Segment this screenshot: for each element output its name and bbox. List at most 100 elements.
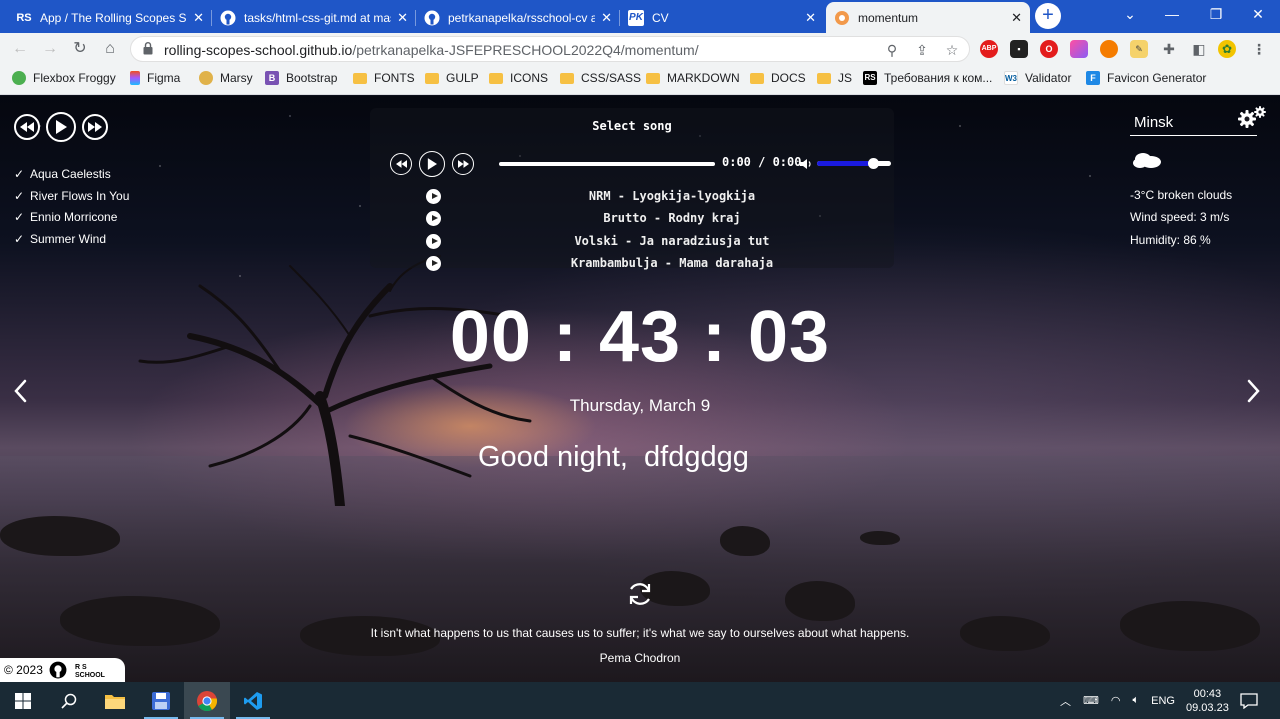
volume-slider[interactable] [817, 158, 891, 169]
firefox-icon[interactable] [1100, 40, 1118, 58]
address-bar[interactable]: rolling-scopes-school.github.io/petrkana… [130, 36, 970, 62]
refresh-quote-icon[interactable] [625, 579, 655, 609]
bookmark-folder-fonts[interactable]: FONTS [353, 71, 415, 85]
tab-momentum[interactable]: momentum ✕ [826, 2, 1030, 33]
play-song-button[interactable] [419, 151, 445, 177]
volume-icon[interactable] [799, 157, 813, 171]
extension-icon[interactable]: ▪ [1010, 40, 1028, 58]
notifications-button[interactable] [1240, 682, 1258, 719]
bookmark-favicon-generator[interactable]: F Favicon Generator [1086, 71, 1206, 85]
adblock-icon[interactable]: ABP [980, 40, 998, 58]
speaker-icon[interactable]: 🔈︎ [1133, 694, 1140, 707]
song-item[interactable]: Krambambulja - Mama darahaja [426, 255, 886, 273]
github-icon[interactable] [49, 661, 67, 679]
folder-icon [817, 72, 831, 84]
bookmark-folder-markdown[interactable]: MARKDOWN [646, 71, 740, 85]
check-icon: ✓ [14, 167, 25, 181]
close-tab-icon[interactable]: ✕ [805, 10, 816, 26]
play-song-icon[interactable] [426, 189, 441, 204]
play-song-icon[interactable] [426, 211, 441, 226]
song-item[interactable]: Volski - Ja naradziusja tut [426, 233, 886, 251]
chrome-menu-icon[interactable]: ⋮ [1250, 40, 1268, 58]
language-indicator[interactable]: ENG [1151, 695, 1175, 707]
playlist-item[interactable]: ✓ Summer Wind [14, 229, 129, 251]
bookmarks-bar: Flexbox Froggy Figma Marsy B Bootstrap FO… [0, 65, 1280, 95]
bookmark-folder-icons[interactable]: ICONS [489, 71, 548, 85]
tab-rsschool-cv[interactable]: petrkanapelka/rsschool-cv at ✕ [416, 2, 620, 33]
chrome-taskbar-button[interactable] [184, 682, 230, 719]
bookmark-folder-docs[interactable]: DOCS [750, 71, 806, 85]
rs-school-logo[interactable]: R S SCHOOL [73, 661, 113, 679]
reload-button[interactable]: ↻ [70, 39, 90, 59]
wifi-icon[interactable]: ◠ [1111, 694, 1121, 707]
favicon-generator-icon: F [1086, 71, 1100, 85]
playlist-item[interactable]: ✓ River Flows In You [14, 186, 129, 208]
bookmark-flexbox-froggy[interactable]: Flexbox Froggy [12, 71, 116, 85]
zoom-icon[interactable]: ⚲ [883, 41, 901, 59]
song-item[interactable]: Brutto - Rodny kraj [426, 210, 886, 228]
bookmark-folder-js[interactable]: JS [817, 71, 852, 85]
notes-extension-icon[interactable]: ✎ [1130, 40, 1148, 58]
bookmark-star-icon[interactable]: ☆ [943, 41, 961, 59]
svg-text:SCHOOL: SCHOOL [75, 672, 106, 679]
next-track-button[interactable] [82, 114, 108, 140]
input-method-icon[interactable]: ⌨ [1083, 694, 1099, 707]
back-button[interactable]: ← [10, 39, 30, 59]
play-song-icon[interactable] [426, 256, 441, 271]
prev-track-button[interactable] [14, 114, 40, 140]
bookmark-marsy[interactable]: Marsy [199, 71, 253, 85]
taskbar-date: 09.03.23 [1186, 701, 1229, 714]
start-button[interactable] [0, 682, 46, 719]
city-input[interactable]: Minsk [1130, 110, 1257, 136]
opera-icon[interactable]: O [1040, 40, 1058, 58]
slide-prev-button[interactable] [6, 376, 36, 406]
playlist-item[interactable]: ✓ Aqua Caelestis [14, 164, 129, 186]
home-button[interactable]: ⌂ [100, 39, 120, 59]
next-song-button[interactable] [452, 153, 474, 175]
bookmark-bootstrap[interactable]: B Bootstrap [265, 71, 337, 85]
slide-next-button[interactable] [1238, 376, 1268, 406]
close-tab-icon[interactable]: ✕ [193, 10, 204, 26]
tab-cv[interactable]: PK CV ✕ [620, 2, 824, 33]
save-app-button[interactable] [138, 682, 184, 719]
close-tab-icon[interactable]: ✕ [397, 10, 408, 26]
bookmark-label: Validator [1025, 71, 1072, 85]
bookmark-requirements[interactable]: RS Требования к ком... [863, 71, 992, 85]
play-song-icon[interactable] [426, 234, 441, 249]
tab-html-css-git[interactable]: tasks/html-css-git.md at mas ✕ [212, 2, 416, 33]
prev-song-button[interactable] [390, 153, 412, 175]
folder-icon [105, 694, 125, 709]
bookmark-label: Marsy [220, 71, 253, 85]
minimize-button[interactable]: — [1150, 0, 1194, 30]
bookmark-validator[interactable]: W3 Validator [1004, 71, 1071, 85]
profile-avatar[interactable]: ✿ [1218, 40, 1236, 58]
progress-bar[interactable] [499, 162, 715, 166]
greeting-input[interactable]: Good night, dfdgdgg [478, 441, 749, 474]
color-picker-icon[interactable] [1070, 40, 1088, 58]
bookmark-figma[interactable]: Figma [130, 71, 180, 85]
new-tab-button[interactable]: + [1035, 3, 1061, 29]
share-icon[interactable]: ⇪ [913, 41, 931, 59]
extensions-puzzle-icon[interactable]: ✚ [1160, 40, 1178, 58]
volume-thumb[interactable] [867, 158, 879, 169]
search-button[interactable] [46, 682, 92, 719]
close-window-button[interactable]: ✕ [1236, 0, 1280, 30]
show-hidden-icons-icon[interactable]: ︿ [1060, 693, 1071, 709]
taskbar-clock[interactable]: 00:43 09.03.23 [1186, 682, 1229, 719]
song-item[interactable]: NRM - Lyogkija-lyogkija [426, 188, 886, 206]
tab-rolling-scopes-app[interactable]: RS App / The Rolling Scopes Sch ✕ [8, 2, 212, 33]
playlist-item[interactable]: ✓ Ennio Morricone [14, 207, 129, 229]
vscode-taskbar-button[interactable] [230, 682, 276, 719]
close-tab-icon[interactable]: ✕ [601, 10, 612, 26]
side-panel-icon[interactable]: ◧ [1190, 40, 1208, 58]
tab-search-button[interactable]: ⌄ [1108, 0, 1152, 30]
play-button[interactable] [46, 112, 76, 142]
maximize-button[interactable]: ❐ [1194, 0, 1238, 30]
forward-button[interactable]: → [40, 39, 60, 59]
bookmark-folder-gulp[interactable]: GULP [425, 71, 479, 85]
file-explorer-button[interactable] [92, 682, 138, 719]
close-tab-icon[interactable]: ✕ [1011, 10, 1022, 26]
browser-tab-strip: RS App / The Rolling Scopes Sch ✕ tasks/… [0, 0, 1280, 33]
bookmark-folder-css-sass[interactable]: CSS/SASS [560, 71, 641, 85]
check-icon: ✓ [14, 210, 25, 224]
